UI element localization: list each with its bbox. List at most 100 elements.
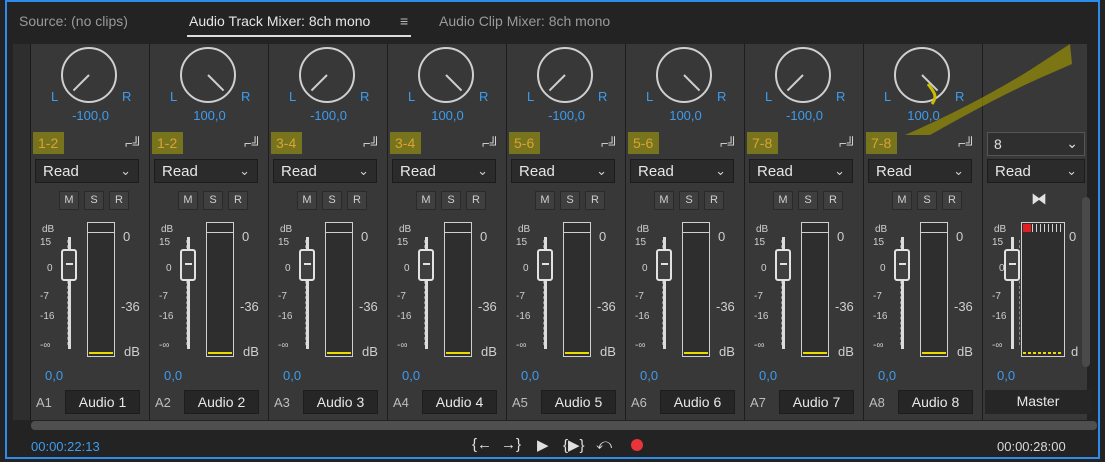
peak-indicator[interactable] [445, 223, 471, 233]
route-icon[interactable]: ⌐╝ [244, 136, 261, 151]
pan-knob[interactable] [61, 47, 117, 103]
panel-menu-icon[interactable]: ≡ [400, 13, 408, 29]
volume-fader-handle[interactable] [775, 249, 791, 281]
peak-indicator[interactable] [564, 223, 590, 233]
solo-button[interactable]: S [917, 191, 937, 210]
peak-indicator[interactable] [802, 223, 828, 233]
master-automation-mode-select[interactable]: Read ⌄ [987, 159, 1085, 183]
mute-button[interactable]: M [892, 191, 912, 210]
pan-knob[interactable] [775, 47, 831, 103]
record-enable-button[interactable]: R [942, 191, 962, 210]
output-route-label[interactable]: 1-2 [154, 134, 180, 152]
solo-button[interactable]: S [322, 191, 342, 210]
volume-value[interactable]: 0,0 [45, 368, 63, 383]
pan-knob[interactable] [299, 47, 355, 103]
mute-button[interactable]: M [535, 191, 555, 210]
route-icon[interactable]: ⌐╝ [482, 136, 499, 151]
output-route-label[interactable]: 5-6 [511, 134, 537, 152]
pan-knob[interactable] [537, 47, 593, 103]
automation-mode-select[interactable]: Read ⌄ [35, 159, 139, 183]
pan-knob[interactable] [656, 47, 712, 103]
pan-value[interactable]: -100,0 [269, 108, 388, 123]
route-icon[interactable]: ⌐╝ [958, 136, 975, 151]
track-name-field[interactable]: Audio 8 [898, 390, 973, 414]
automation-mode-select[interactable]: Read ⌄ [749, 159, 853, 183]
tab-audio-track-mixer[interactable]: Audio Track Mixer: 8ch mono [189, 13, 370, 29]
route-icon[interactable]: ⌐╝ [363, 136, 380, 151]
pan-value[interactable]: 100,0 [626, 108, 745, 123]
track-name-field[interactable]: Audio 3 [303, 390, 378, 414]
pan-knob[interactable] [180, 47, 236, 103]
record-enable-button[interactable]: R [109, 191, 129, 210]
output-route-label[interactable]: 7-8 [868, 134, 894, 152]
volume-value[interactable]: 0,0 [521, 368, 539, 383]
master-volume-fader-handle[interactable] [1004, 249, 1020, 281]
volume-fader-handle[interactable] [61, 249, 77, 281]
track-name-field[interactable]: Audio 7 [779, 390, 854, 414]
solo-button[interactable]: S [560, 191, 580, 210]
track-name-field[interactable]: Audio 2 [184, 390, 259, 414]
route-icon[interactable]: ⌐╝ [720, 136, 737, 151]
tab-source[interactable]: Source: (no clips) [19, 13, 128, 29]
automation-mode-select[interactable]: Read ⌄ [392, 159, 496, 183]
record-enable-button[interactable]: R [704, 191, 724, 210]
mute-button[interactable]: M [654, 191, 674, 210]
pan-value[interactable]: -100,0 [745, 108, 864, 123]
mute-button[interactable]: M [297, 191, 317, 210]
dim-output-icon[interactable]: ⧓ [1031, 189, 1047, 209]
peak-indicator[interactable] [88, 223, 114, 233]
solo-button[interactable]: S [798, 191, 818, 210]
volume-fader-handle[interactable] [299, 249, 315, 281]
horizontal-scrollbar[interactable] [31, 421, 1097, 430]
automation-mode-select[interactable]: Read ⌄ [154, 159, 258, 183]
volume-value[interactable]: 0,0 [878, 368, 896, 383]
mute-button[interactable]: M [416, 191, 436, 210]
output-route-label[interactable]: 1-2 [35, 134, 61, 152]
record-enable-button[interactable]: R [347, 191, 367, 210]
record-button[interactable] [631, 439, 643, 451]
pan-value[interactable]: -100,0 [31, 108, 150, 123]
tab-audio-clip-mixer[interactable]: Audio Clip Mixer: 8ch mono [439, 13, 610, 29]
volume-fader-handle[interactable] [180, 249, 196, 281]
mute-button[interactable]: M [773, 191, 793, 210]
volume-value[interactable]: 0,0 [759, 368, 777, 383]
vertical-scrollbar[interactable] [1082, 197, 1090, 367]
track-name-field[interactable]: Audio 6 [660, 390, 735, 414]
output-route-label[interactable]: 5-6 [630, 134, 656, 152]
solo-button[interactable]: S [203, 191, 223, 210]
route-icon[interactable]: ⌐╝ [601, 136, 618, 151]
volume-fader-handle[interactable] [537, 249, 553, 281]
peak-indicator[interactable] [683, 223, 709, 233]
play-in-to-out-icon[interactable]: {▶} [563, 436, 585, 454]
loop-icon[interactable]: ⤺ [596, 436, 612, 453]
route-icon[interactable]: ⌐╝ [125, 136, 142, 151]
peak-indicator[interactable] [921, 223, 947, 233]
automation-mode-select[interactable]: Read ⌄ [630, 159, 734, 183]
output-route-label[interactable]: 3-4 [273, 134, 299, 152]
pan-knob[interactable] [418, 47, 474, 103]
record-enable-button[interactable]: R [466, 191, 486, 210]
pan-value[interactable]: 100,0 [864, 108, 983, 123]
solo-button[interactable]: S [679, 191, 699, 210]
track-name-field[interactable]: Audio 1 [65, 390, 140, 414]
clip-indicator[interactable] [1023, 224, 1031, 232]
output-route-label[interactable]: 7-8 [749, 134, 775, 152]
play-icon[interactable]: ▶ [537, 436, 549, 454]
output-route-label[interactable]: 3-4 [392, 134, 418, 152]
current-timecode[interactable]: 00:00:22:13 [31, 439, 100, 454]
volume-value[interactable]: 0,0 [402, 368, 420, 383]
peak-indicator[interactable] [326, 223, 352, 233]
volume-value[interactable]: 0,0 [640, 368, 658, 383]
volume-fader-handle[interactable] [418, 249, 434, 281]
automation-mode-select[interactable]: Read ⌄ [273, 159, 377, 183]
route-icon[interactable]: ⌐╝ [839, 136, 856, 151]
track-name-field[interactable]: Audio 5 [541, 390, 616, 414]
pan-value[interactable]: -100,0 [507, 108, 626, 123]
master-volume-value[interactable]: 0,0 [997, 368, 1015, 383]
pan-knob[interactable] [894, 47, 950, 103]
mute-button[interactable]: M [59, 191, 79, 210]
record-enable-button[interactable]: R [823, 191, 843, 210]
record-enable-button[interactable]: R [228, 191, 248, 210]
peak-indicator[interactable] [207, 223, 233, 233]
automation-mode-select[interactable]: Read ⌄ [868, 159, 972, 183]
